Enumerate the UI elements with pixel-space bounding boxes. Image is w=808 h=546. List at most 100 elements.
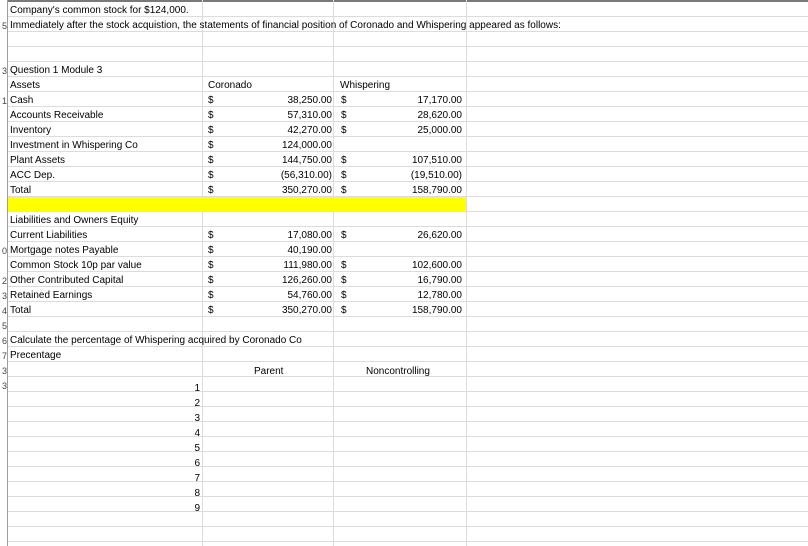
coronado-dollar-sign[interactable]: $ (208, 243, 216, 258)
coronado-value[interactable]: 54,760.00 (250, 288, 333, 303)
row-number[interactable]: 5 (0, 19, 7, 34)
whispering-column-header[interactable]: Whispering (340, 78, 390, 93)
intro-line-1[interactable]: Company's common stock for $124,000. (10, 3, 189, 18)
step-number[interactable]: 7 (150, 471, 200, 486)
row-number[interactable]: 3 (0, 379, 7, 394)
spreadsheet[interactable]: 531023456733 Company's common stock for … (0, 0, 808, 546)
row-label[interactable]: Inventory (10, 123, 51, 138)
coronado-dollar-sign[interactable]: $ (208, 228, 216, 243)
coronado-value[interactable]: 42,270.00 (250, 123, 333, 138)
coronado-value[interactable]: 350,270.00 (250, 303, 332, 318)
whispering-dollar-sign[interactable]: $ (341, 93, 349, 108)
row-label[interactable]: Cash (10, 93, 33, 108)
highlighted-row[interactable] (8, 197, 466, 212)
row-number[interactable]: 3 (0, 64, 7, 79)
whispering-value[interactable]: 25,000.00 (380, 123, 463, 138)
coronado-dollar-sign[interactable]: $ (208, 138, 216, 153)
row-label[interactable]: Mortgage notes Payable (10, 243, 118, 258)
whispering-value[interactable]: 158,790.00 (380, 303, 462, 318)
row-number[interactable]: 7 (0, 349, 7, 364)
whispering-value[interactable]: 102,600.00 (380, 258, 462, 273)
whispering-dollar-sign[interactable]: $ (341, 183, 349, 198)
whispering-value[interactable]: 107,510.00 (380, 153, 462, 168)
coronado-value[interactable]: 144,750.00 (250, 153, 332, 168)
whispering-dollar-sign[interactable] (341, 243, 349, 258)
whispering-dollar-sign[interactable]: $ (341, 168, 349, 183)
whispering-dollar-sign[interactable] (341, 138, 349, 153)
coronado-value[interactable]: 38,250.00 (250, 93, 333, 108)
coronado-value[interactable]: (56,310.00) (250, 168, 332, 183)
coronado-dollar-sign[interactable]: $ (208, 288, 216, 303)
step-number[interactable]: 3 (150, 411, 200, 426)
row-label[interactable]: Other Contributed Capital (10, 273, 123, 288)
row-label[interactable]: Common Stock 10p par value (10, 258, 142, 273)
whispering-value[interactable] (380, 243, 462, 258)
row-number[interactable]: 3 (0, 364, 7, 379)
coronado-value[interactable]: 126,260.00 (250, 273, 332, 288)
row-number[interactable]: 2 (0, 274, 7, 289)
whispering-dollar-sign[interactable]: $ (341, 273, 349, 288)
row-label[interactable]: Retained Earnings (10, 288, 92, 303)
row-label[interactable]: Investment in Whispering Co (10, 138, 138, 153)
coronado-value[interactable]: 40,190.00 (250, 243, 333, 258)
question-title[interactable]: Question 1 Module 3 (10, 63, 102, 78)
coronado-dollar-sign[interactable]: $ (208, 168, 216, 183)
whispering-value[interactable]: 158,790.00 (380, 183, 462, 198)
step-number[interactable]: 4 (150, 426, 200, 441)
whispering-value[interactable]: 26,620.00 (380, 228, 463, 243)
row-number[interactable]: 1 (0, 94, 7, 109)
whispering-dollar-sign[interactable]: $ (341, 123, 349, 138)
intro-line-2[interactable]: Immediately after the stock acquistion, … (10, 18, 561, 33)
step-number[interactable]: 6 (150, 456, 200, 471)
coronado-dollar-sign[interactable]: $ (208, 93, 216, 108)
coronado-dollar-sign[interactable]: $ (208, 153, 216, 168)
whispering-value[interactable]: (19,510.00) (380, 168, 462, 183)
row-label[interactable]: Accounts Receivable (10, 108, 103, 123)
whispering-dollar-sign[interactable]: $ (341, 258, 349, 273)
coronado-column-header[interactable]: Coronado (208, 78, 252, 93)
whispering-dollar-sign[interactable]: $ (341, 228, 349, 243)
whispering-dollar-sign[interactable]: $ (341, 153, 349, 168)
whispering-dollar-sign[interactable]: $ (341, 303, 349, 318)
row-number[interactable]: 4 (0, 304, 7, 319)
parent-header[interactable]: Parent (254, 364, 283, 379)
row-label[interactable]: Total (10, 183, 31, 198)
whispering-value[interactable] (380, 138, 462, 153)
row-label[interactable]: ACC Dep. (10, 168, 55, 183)
row-header-strip[interactable] (0, 0, 8, 546)
row-label[interactable]: Current Liabilities (10, 228, 87, 243)
step-number[interactable]: 9 (150, 501, 200, 516)
coronado-value[interactable]: 111,980.00 (250, 258, 332, 273)
row-number[interactable]: 5 (0, 319, 7, 334)
coronado-dollar-sign[interactable]: $ (208, 108, 216, 123)
coronado-dollar-sign[interactable]: $ (208, 258, 216, 273)
coronado-value[interactable]: 17,080.00 (250, 228, 333, 243)
row-number[interactable]: 0 (0, 244, 7, 259)
row-label[interactable]: Plant Assets (10, 153, 65, 168)
whispering-dollar-sign[interactable]: $ (341, 108, 349, 123)
coronado-value[interactable]: 350,270.00 (250, 183, 332, 198)
coronado-value[interactable]: 57,310.00 (250, 108, 333, 123)
row-number[interactable]: 3 (0, 289, 7, 304)
coronado-dollar-sign[interactable]: $ (208, 303, 216, 318)
coronado-dollar-sign[interactable]: $ (208, 183, 216, 198)
whispering-value[interactable]: 12,780.00 (380, 288, 463, 303)
coronado-value[interactable]: 124,000.00 (250, 138, 332, 153)
liabilities-header[interactable]: Liabilities and Owners Equity (10, 213, 138, 228)
row-label[interactable]: Total (10, 303, 31, 318)
row-number[interactable]: 6 (0, 334, 7, 349)
coronado-dollar-sign[interactable]: $ (208, 123, 216, 138)
whispering-dollar-sign[interactable]: $ (341, 288, 349, 303)
coronado-dollar-sign[interactable]: $ (208, 273, 216, 288)
step-number[interactable]: 2 (150, 396, 200, 411)
step-number[interactable]: 8 (150, 486, 200, 501)
step-number[interactable]: 5 (150, 441, 200, 456)
assets-header[interactable]: Assets (10, 78, 40, 93)
whispering-value[interactable]: 17,170.00 (380, 93, 463, 108)
noncontrolling-header[interactable]: Noncontrolling (366, 364, 430, 379)
step-number[interactable]: 1 (150, 381, 200, 396)
calc-prompt[interactable]: Calculate the percentage of Whispering a… (10, 333, 302, 348)
calc-label[interactable]: Precentage (10, 348, 61, 363)
whispering-value[interactable]: 28,620.00 (380, 108, 463, 123)
whispering-value[interactable]: 16,790.00 (380, 273, 463, 288)
